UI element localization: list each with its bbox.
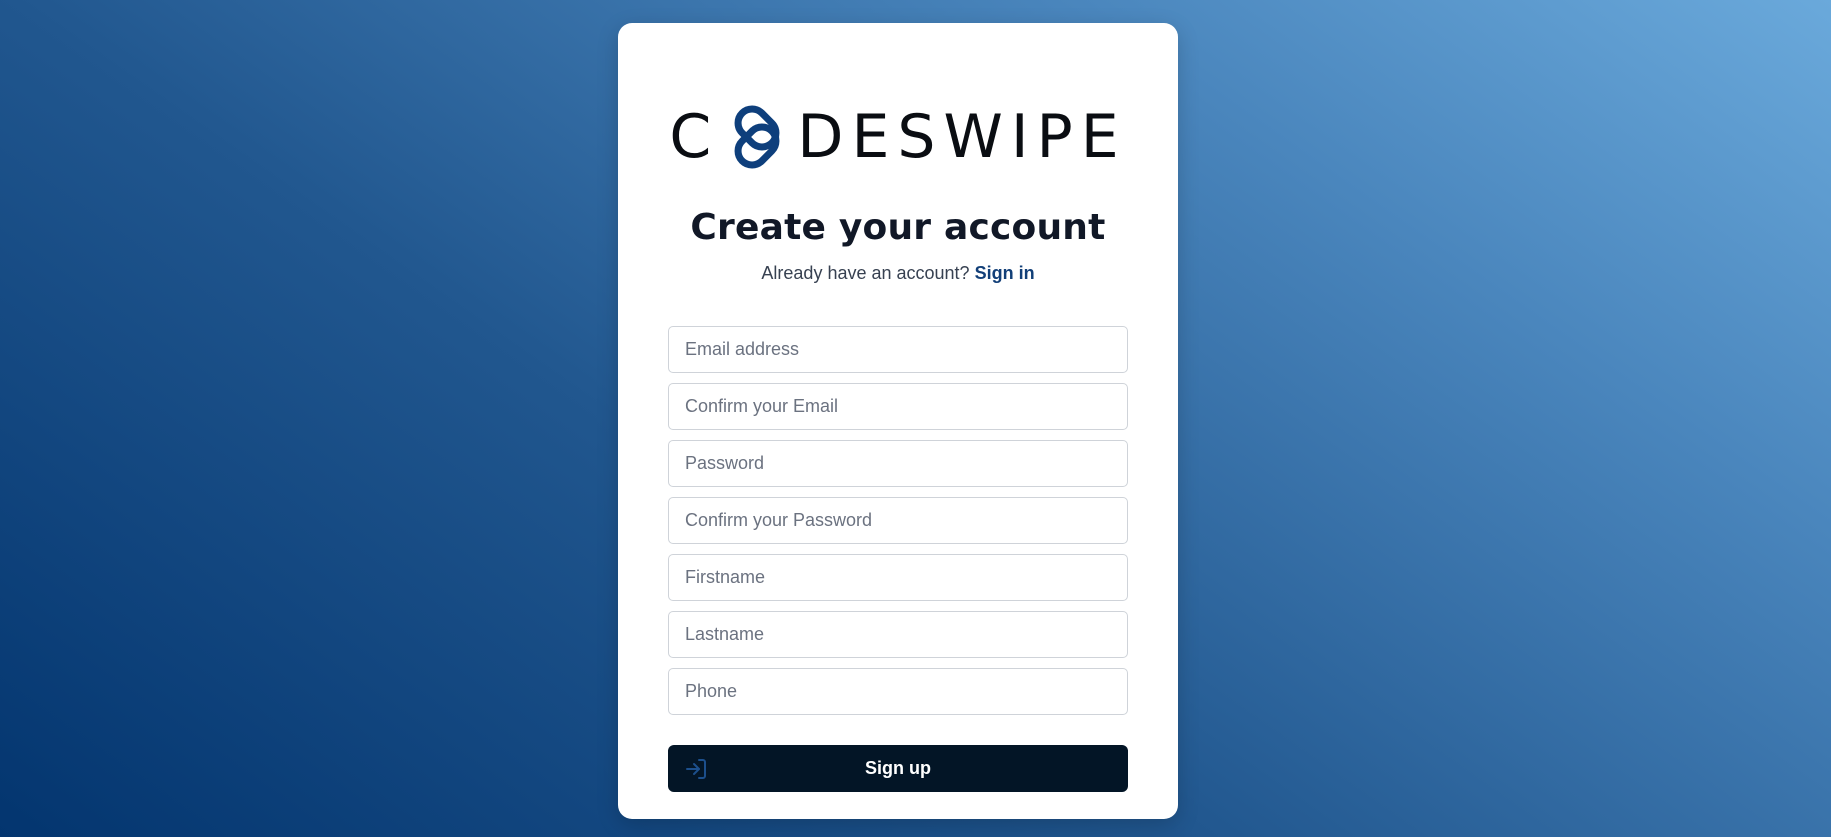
brand-logo: C DESWIPE [618, 97, 1178, 177]
sign-in-arrow-icon [684, 757, 708, 781]
confirm-email-field[interactable] [668, 383, 1128, 430]
firstname-field[interactable] [668, 554, 1128, 601]
signup-card: C DESWIPE Create your account Already ha… [618, 23, 1178, 819]
interlocking-knot-icon [721, 101, 793, 173]
email-field[interactable] [668, 326, 1128, 373]
confirm-password-field[interactable] [668, 497, 1128, 544]
phone-field[interactable] [668, 668, 1128, 715]
password-field[interactable] [668, 440, 1128, 487]
sign-up-label: Sign up [865, 758, 931, 778]
signup-form [668, 326, 1128, 725]
lastname-field[interactable] [668, 611, 1128, 658]
page-title: Create your account [690, 207, 1106, 248]
logo-prefix: C [669, 102, 720, 172]
signin-prompt: Already have an account? Sign in [618, 263, 1178, 284]
logo-suffix: DESWIPE [797, 102, 1127, 172]
signin-prompt-text: Already have an account? [761, 263, 970, 283]
sign-up-button[interactable]: Sign up [668, 745, 1128, 792]
signin-link[interactable]: Sign in [975, 263, 1035, 283]
